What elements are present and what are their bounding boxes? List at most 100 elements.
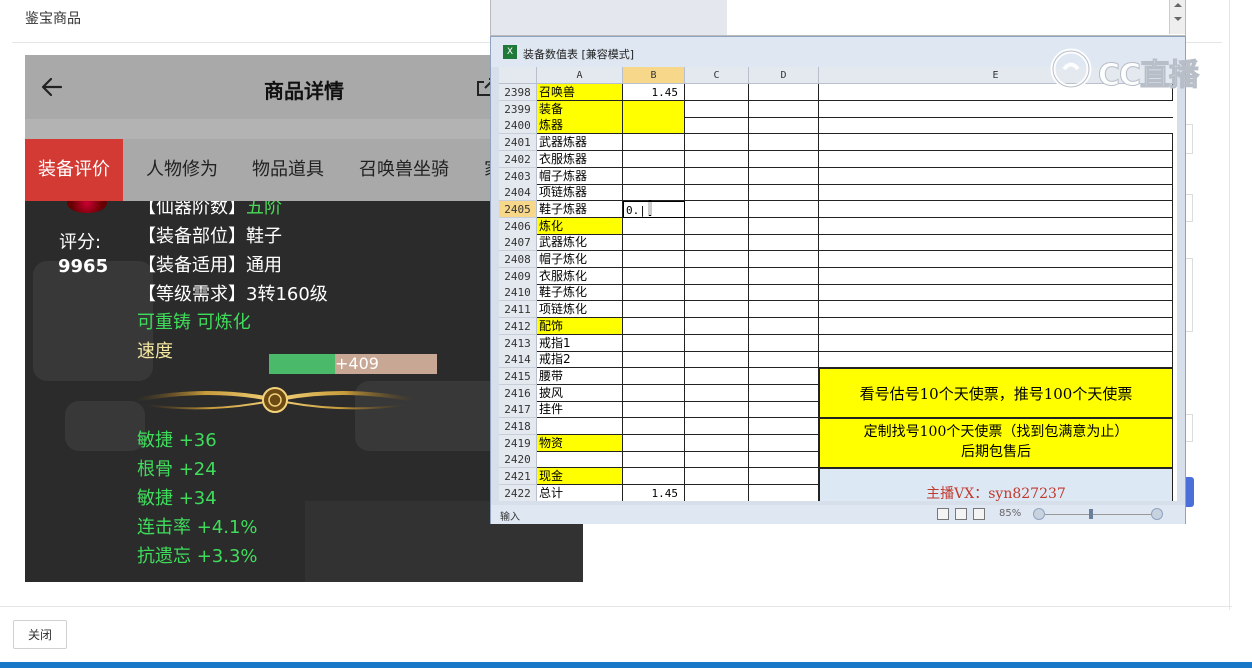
zoom-in-icon[interactable]: [1151, 508, 1163, 520]
cell-e[interactable]: [819, 334, 1173, 352]
cell-e[interactable]: [819, 134, 1173, 152]
cell-e[interactable]: [819, 317, 1173, 335]
cell-c[interactable]: [685, 200, 749, 218]
cell-a[interactable]: 炼化: [537, 217, 623, 235]
zoom-slider[interactable]: [1039, 514, 1157, 515]
zoom-slider-thumb[interactable]: [1089, 509, 1093, 519]
cell-a[interactable]: 武器炼器: [537, 134, 623, 152]
cell-a[interactable]: 戒指2: [537, 351, 623, 369]
cell-b[interactable]: [623, 267, 685, 285]
cell-c[interactable]: [685, 418, 749, 435]
cell-c[interactable]: [685, 351, 749, 369]
cell-d[interactable]: [749, 451, 819, 469]
tab-equipment-review[interactable]: 装备评价: [25, 139, 123, 201]
cell-d[interactable]: [749, 167, 819, 185]
cell-a[interactable]: 挂件: [537, 401, 623, 419]
cell-a[interactable]: 现金: [537, 468, 623, 486]
cell-d[interactable]: [749, 150, 819, 168]
cell-c[interactable]: [685, 284, 749, 302]
row-header[interactable]: 2401: [499, 134, 537, 152]
cell-a[interactable]: 披风: [537, 384, 623, 402]
cell-a[interactable]: 帽子炼化: [537, 251, 623, 268]
row-header[interactable]: 2403: [499, 167, 537, 185]
cell-c[interactable]: [685, 251, 749, 268]
cell-c[interactable]: [685, 150, 749, 168]
cell-b[interactable]: [623, 301, 685, 319]
cell-e[interactable]: [819, 167, 1173, 185]
cell-b[interactable]: [623, 284, 685, 302]
cell-b[interactable]: [623, 317, 685, 335]
cell-e[interactable]: [819, 150, 1173, 168]
cell-b[interactable]: [623, 418, 685, 435]
cell-c[interactable]: [685, 217, 749, 235]
cell-b[interactable]: [623, 167, 685, 185]
cell-d[interactable]: [749, 484, 819, 501]
select-all-corner[interactable]: [499, 67, 537, 84]
cell-d[interactable]: [749, 100, 819, 118]
tab-items[interactable]: 物品道具: [252, 139, 324, 201]
cell-e[interactable]: [819, 284, 1173, 302]
cell-d[interactable]: [749, 251, 819, 268]
cell-e[interactable]: [819, 217, 1173, 235]
cell-a[interactable]: 项链炼器: [537, 184, 623, 202]
cell-a[interactable]: 鞋子炼化: [537, 284, 623, 302]
row-header[interactable]: 2409: [499, 267, 537, 285]
cell-e[interactable]: [819, 184, 1173, 202]
cell-b[interactable]: [623, 367, 685, 385]
row-header[interactable]: 2421: [499, 468, 537, 486]
row-header[interactable]: 2414: [499, 351, 537, 369]
cell-c[interactable]: [685, 334, 749, 352]
cell-d[interactable]: [749, 200, 819, 218]
row-header[interactable]: 2398: [499, 84, 537, 101]
cell-d[interactable]: [749, 84, 819, 101]
row-header[interactable]: 2416: [499, 384, 537, 402]
row-header[interactable]: 2415: [499, 367, 537, 385]
row-header[interactable]: 2420: [499, 451, 537, 469]
cell-b[interactable]: 1.45: [623, 84, 685, 101]
spreadsheet-grid[interactable]: A B C D E 2398 召唤兽 1.45 2399 装备 2400 炼器 2401 武器炼器 2402…: [499, 67, 1177, 501]
cell-c[interactable]: [685, 451, 749, 469]
cell-d[interactable]: [749, 401, 819, 419]
cell-b[interactable]: [623, 117, 685, 135]
cell-e[interactable]: [819, 101, 1173, 118]
row-header[interactable]: 2418: [499, 418, 537, 435]
cell-a[interactable]: 帽子炼器: [537, 167, 623, 185]
column-header[interactable]: B: [623, 67, 685, 84]
cell-e[interactable]: [819, 351, 1173, 369]
page-layout-view-icon[interactable]: [955, 508, 967, 520]
chevron-up-icon[interactable]: [1171, 0, 1185, 10]
cell-c[interactable]: [685, 484, 749, 501]
row-header[interactable]: 2422: [499, 484, 537, 501]
cell-a[interactable]: [537, 418, 623, 435]
cell-e[interactable]: [819, 200, 1173, 218]
cell-c[interactable]: [685, 267, 749, 285]
cell-a[interactable]: 物资: [537, 434, 623, 452]
cell-d[interactable]: [749, 234, 819, 252]
cell-c[interactable]: [685, 234, 749, 252]
column-header[interactable]: C: [685, 67, 749, 84]
cell-e[interactable]: [819, 234, 1173, 252]
row-header[interactable]: 2400: [499, 117, 537, 135]
row-header[interactable]: 2406: [499, 217, 537, 235]
cell-b[interactable]: [623, 134, 685, 152]
cell-c[interactable]: [685, 401, 749, 419]
row-header[interactable]: 2402: [499, 150, 537, 168]
row-header[interactable]: 2410: [499, 284, 537, 302]
cell-d[interactable]: [749, 267, 819, 285]
row-header[interactable]: 2411: [499, 301, 537, 319]
row-header[interactable]: 2413: [499, 334, 537, 352]
cell-a[interactable]: 炼器: [537, 117, 623, 135]
cell-b[interactable]: [623, 217, 685, 235]
cell-b[interactable]: 1.45: [623, 484, 685, 501]
row-header[interactable]: 2412: [499, 317, 537, 335]
cell-b[interactable]: [623, 351, 685, 369]
normal-view-icon[interactable]: [937, 508, 949, 520]
active-edit-cell[interactable]: 0.|: [623, 200, 685, 218]
cell-d[interactable]: [749, 134, 819, 152]
cell-c[interactable]: [685, 468, 749, 486]
cell-e[interactable]: [819, 267, 1173, 285]
cell-c[interactable]: [685, 134, 749, 152]
cell-a[interactable]: 装备: [537, 100, 623, 118]
row-header[interactable]: 2405: [499, 200, 537, 218]
cell-c[interactable]: [685, 434, 749, 452]
